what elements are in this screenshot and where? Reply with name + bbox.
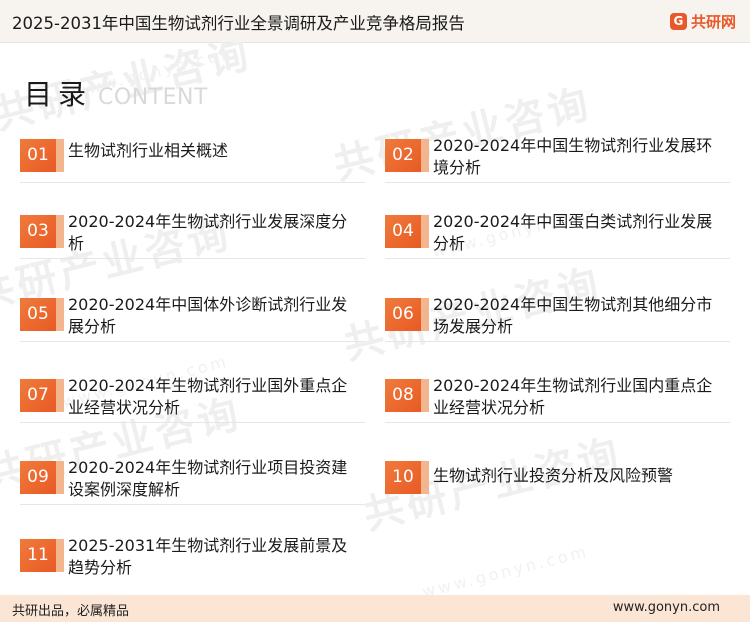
chapter-title: 2020-2024年中国体外诊断试剂行业发展分析 bbox=[68, 295, 348, 336]
toc-item[interactable]: 04 2020-2024年中国蛋白类试剂行业发展分析 bbox=[385, 212, 730, 265]
chapter-title: 2020-2024年生物试剂行业项目投资建设案例深度解析 bbox=[68, 458, 348, 499]
divider bbox=[20, 182, 365, 183]
toc-item[interactable]: 05 2020-2024年中国体外诊断试剂行业发展分析 bbox=[20, 295, 365, 348]
divider bbox=[20, 258, 365, 259]
chapter-number: 01 bbox=[20, 139, 64, 172]
chapter-number: 09 bbox=[20, 461, 64, 494]
chapter-title: 2020-2024年生物试剂行业发展深度分析 bbox=[68, 212, 348, 253]
chapter-title: 2025-2031年生物试剂行业发展前景及趋势分析 bbox=[68, 536, 348, 577]
divider bbox=[385, 182, 730, 183]
brand-logo-icon: G bbox=[669, 12, 687, 30]
divider bbox=[385, 341, 730, 342]
divider bbox=[385, 422, 730, 423]
report-title: 2025-2031年中国生物试剂行业全景调研及产业竞争格局报告 bbox=[12, 14, 465, 33]
divider bbox=[20, 504, 365, 505]
chapter-title: 2020-2024年生物试剂行业国内重点企业经营状况分析 bbox=[433, 376, 713, 417]
toc-item[interactable]: 11 2025-2031年生物试剂行业发展前景及趋势分析 bbox=[20, 536, 365, 589]
chapter-title: 生物试剂行业投资分析及风险预警 bbox=[433, 466, 674, 485]
chapter-title: 2020-2024年中国生物试剂其他细分市场发展分析 bbox=[433, 295, 713, 336]
toc-item[interactable]: 06 2020-2024年中国生物试剂其他细分市场发展分析 bbox=[385, 295, 730, 348]
toc-title: 目录 bbox=[24, 78, 93, 111]
toc-heading: 目录 CONTENT bbox=[24, 73, 208, 113]
footer-slogan: 共研出品，必属精品 bbox=[12, 604, 130, 619]
chapter-number: 11 bbox=[20, 539, 64, 572]
toc-item[interactable]: 03 2020-2024年生物试剂行业发展深度分析 bbox=[20, 212, 365, 265]
chapter-number: 08 bbox=[385, 379, 429, 412]
toc-item[interactable]: 01 生物试剂行业相关概述 bbox=[20, 137, 365, 189]
report-header: 2025-2031年中国生物试剂行业全景调研及产业竞争格局报告 G 共研网 bbox=[0, 0, 750, 43]
report-footer: 共研出品，必属精品 www.gonyn.com bbox=[0, 595, 750, 622]
chapter-title: 2020-2024年生物试剂行业国外重点企业经营状况分析 bbox=[68, 376, 348, 417]
divider bbox=[20, 422, 365, 423]
divider bbox=[20, 341, 365, 342]
chapter-number: 03 bbox=[20, 215, 64, 248]
toc-item[interactable]: 02 2020-2024年中国生物试剂行业发展环境分析 bbox=[385, 136, 730, 189]
chapter-number: 05 bbox=[20, 298, 64, 331]
footer-website-link[interactable]: www.gonyn.com bbox=[613, 600, 720, 615]
brand-logo[interactable]: G 共研网 bbox=[669, 8, 736, 34]
divider bbox=[385, 258, 730, 259]
chapter-title: 2020-2024年中国蛋白类试剂行业发展分析 bbox=[433, 212, 713, 253]
chapter-number: 07 bbox=[20, 379, 64, 412]
watermark-url: www.gonyn.com bbox=[420, 541, 591, 595]
toc-item[interactable]: 08 2020-2024年生物试剂行业国内重点企业经营状况分析 bbox=[385, 376, 730, 429]
chapter-number: 04 bbox=[385, 215, 429, 248]
toc-item[interactable]: 10 生物试剂行业投资分析及风险预警 bbox=[385, 459, 730, 511]
chapter-title: 2020-2024年中国生物试剂行业发展环境分析 bbox=[433, 136, 713, 177]
brand-name: 共研网 bbox=[690, 12, 736, 31]
toc-item[interactable]: 09 2020-2024年生物试剂行业项目投资建设案例深度解析 bbox=[20, 458, 365, 511]
chapter-title: 生物试剂行业相关概述 bbox=[68, 141, 229, 160]
toc-item[interactable]: 07 2020-2024年生物试剂行业国外重点企业经营状况分析 bbox=[20, 376, 365, 429]
chapter-number: 10 bbox=[385, 461, 429, 494]
chapter-number: 06 bbox=[385, 298, 429, 331]
toc-subtitle: CONTENT bbox=[98, 85, 208, 110]
chapter-number: 02 bbox=[385, 139, 429, 172]
